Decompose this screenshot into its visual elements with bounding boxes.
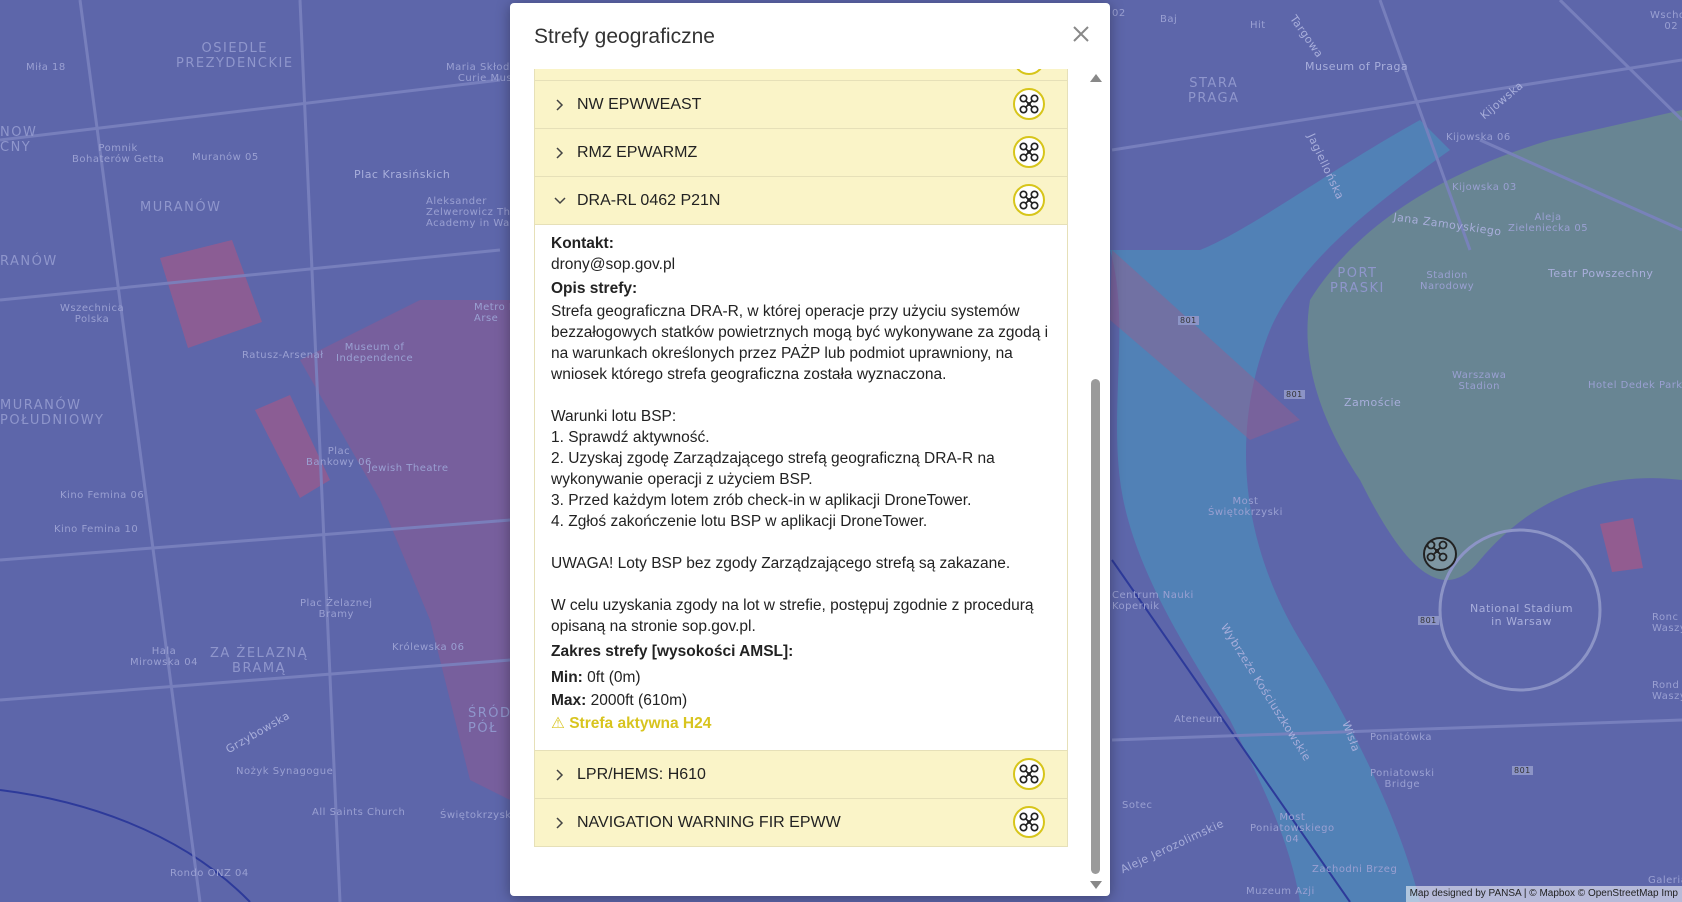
drone-icon [1018,69,1040,70]
geo-zones-dialog: Strefy geograficzne NW EPWWEAST RMZ EPWA… [510,3,1110,896]
drone-icon [1019,190,1039,210]
max-value: 2000ft (610m) [590,692,688,709]
drone-badge [1013,88,1045,120]
drone-icon [1019,142,1039,162]
drone-badge [1013,806,1045,838]
list-scrollbar[interactable] [1088,69,1102,893]
zone-name: DRA-RL 0462 P21N [577,191,721,209]
zone-row[interactable]: RMZ EPWARMZ [534,129,1068,177]
dialog-header: Strefy geograficzne [510,3,1110,67]
min-label: Min: [551,669,583,686]
close-button[interactable] [1064,17,1098,51]
contact-value: drony@sop.gov.pl [551,256,676,273]
chevron-down-icon [553,194,567,208]
scroll-down-arrow-icon[interactable] [1090,881,1102,889]
drone-badge [1013,69,1045,75]
min-value: 0ft (0m) [587,669,641,686]
chevron-right-icon [553,816,567,830]
zone-row[interactable]: NAVIGATION WARNING FIR EPWW [534,799,1068,847]
zone-details: Kontakt: drony@sop.gov.pl Opis strefy: S… [534,225,1068,751]
zones-list[interactable]: NW EPWWEAST RMZ EPWARMZ DRA-RL 0462 P21N… [534,69,1078,881]
drone-icon [1019,812,1039,832]
zone-name: LPR/HEMS: H610 [577,765,706,783]
scroll-up-arrow-icon[interactable] [1090,74,1102,82]
modal-overlay: Strefy geograficzne NW EPWWEAST RMZ EPWA… [0,0,1682,902]
zone-name: RMZ EPWARMZ [577,143,698,161]
zone-row[interactable] [534,69,1068,81]
range-label: Zakres strefy [wysokości AMSL]: [551,643,794,660]
zone-row-expanded[interactable]: DRA-RL 0462 P21N [534,177,1068,225]
zone-row[interactable]: LPR/HEMS: H610 [534,751,1068,799]
min-altitude: Min: 0ft (0m) [551,667,1051,688]
scroll-thumb[interactable] [1091,379,1100,874]
zone-description: Strefa geograficzna DRA-R, w której oper… [551,303,1049,635]
dialog-title: Strefy geograficzne [534,25,715,48]
description-label: Opis strefy: [551,280,638,297]
zone-name: NAVIGATION WARNING FIR EPWW [577,813,841,831]
chevron-right-icon [553,768,567,782]
chevron-right-icon [553,146,567,160]
drone-badge [1013,758,1045,790]
drone-badge [1013,136,1045,168]
drone-icon [1019,764,1039,784]
zone-row[interactable]: NW EPWWEAST [534,81,1068,129]
close-icon [1073,26,1089,42]
chevron-right-icon [553,98,567,112]
zone-active-status: ⚠ Strefa aktywna H24 [551,715,712,732]
max-altitude: Max: 2000ft (610m) [551,690,1051,711]
zone-name: NW EPWWEAST [577,95,702,113]
drone-icon [1019,94,1039,114]
contact-label: Kontakt: [551,235,614,252]
max-label: Max: [551,692,587,709]
drone-badge [1013,184,1045,216]
